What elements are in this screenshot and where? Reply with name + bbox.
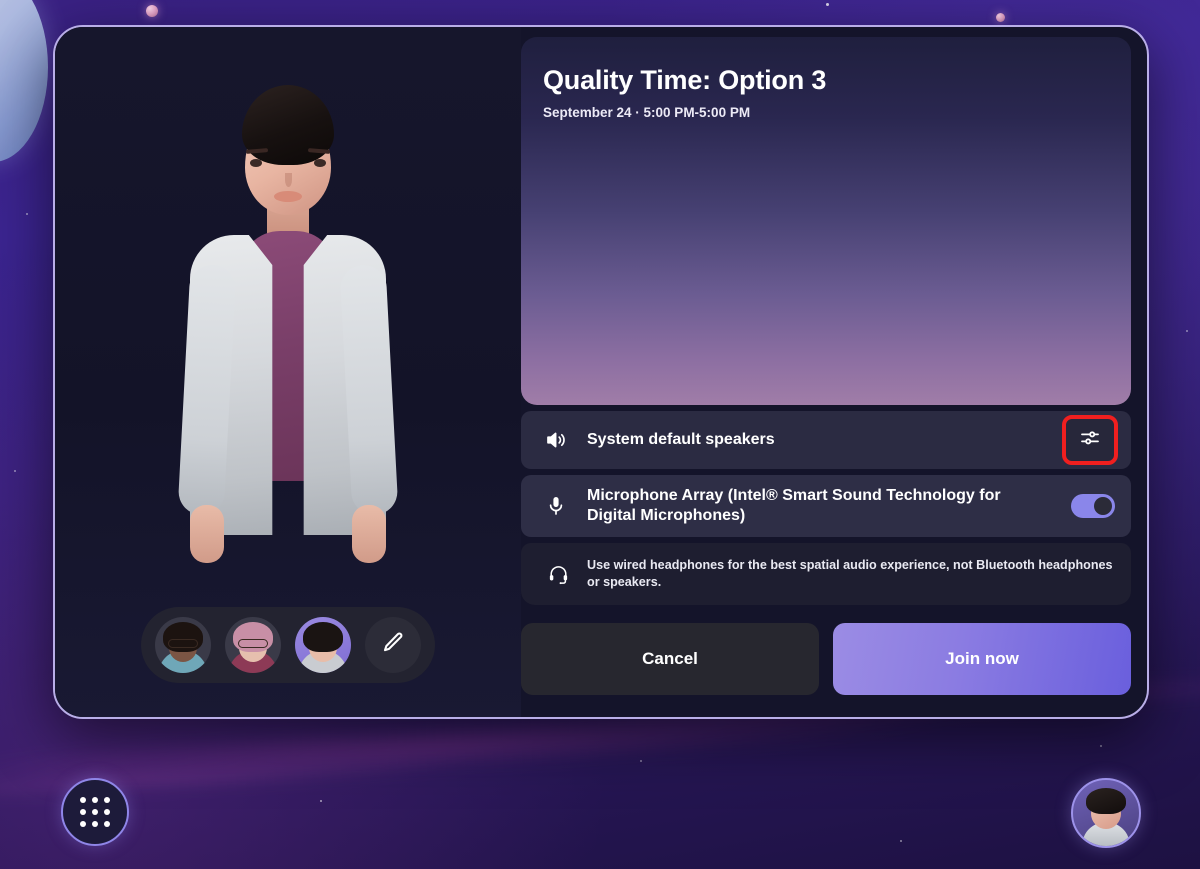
speaker-label: System default speakers xyxy=(587,430,775,448)
microphone-label: Microphone Array (Intel® Smart Sound Tec… xyxy=(587,486,1001,524)
avatar-stage xyxy=(55,27,521,717)
avatar-eye-left xyxy=(250,159,262,167)
orb-particle xyxy=(996,13,1005,22)
microphone-row[interactable]: Microphone Array (Intel® Smart Sound Tec… xyxy=(521,475,1131,537)
avatar-thumb-3[interactable] xyxy=(295,617,351,673)
thumb-glasses xyxy=(238,639,268,648)
grid-dot xyxy=(92,821,98,827)
grid-dot xyxy=(104,821,110,827)
planet-decoration xyxy=(0,0,48,162)
meeting-preview-panel: Quality Time: Option 3 September 24 · 5:… xyxy=(521,37,1131,405)
cancel-button[interactable]: Cancel xyxy=(521,623,819,695)
grid-dot xyxy=(80,809,86,815)
speaker-icon xyxy=(543,428,569,452)
grid-dot xyxy=(104,809,110,815)
spatial-audio-hint: Use wired headphones for the best spatia… xyxy=(521,543,1131,605)
star-particle xyxy=(320,800,322,802)
thumb-hair xyxy=(303,622,343,652)
avatar-thumb-2[interactable] xyxy=(225,617,281,673)
star-particle xyxy=(900,840,902,842)
microphone-toggle[interactable] xyxy=(1071,494,1115,518)
join-now-button[interactable]: Join now xyxy=(833,623,1131,695)
grid-dot xyxy=(104,797,110,803)
prejoin-dialog: Quality Time: Option 3 September 24 · 5:… xyxy=(53,25,1149,719)
star-particle xyxy=(640,760,642,762)
avatar-eye-right xyxy=(314,159,326,167)
avatar-3d-preview[interactable] xyxy=(138,85,438,615)
page-title: Quality Time: Option 3 xyxy=(543,65,827,95)
meeting-detail-pane: Quality Time: Option 3 September 24 · 5:… xyxy=(521,27,1147,717)
speaker-row[interactable]: System default speakers xyxy=(521,411,1131,469)
avatar-edit-button[interactable] xyxy=(365,617,421,673)
grid-dot xyxy=(80,797,86,803)
dialog-actions: Cancel Join now xyxy=(521,623,1131,695)
pencil-icon xyxy=(380,630,406,661)
avatar-nose xyxy=(285,173,292,187)
star-particle xyxy=(826,3,829,6)
avatar-thumb-1[interactable] xyxy=(155,617,211,673)
spatial-audio-hint-text: Use wired headphones for the best spatia… xyxy=(587,558,1113,589)
star-particle xyxy=(1100,745,1102,747)
thumb-glasses xyxy=(168,639,198,648)
screen: Quality Time: Option 3 September 24 · 5:… xyxy=(0,0,1200,869)
star-particle xyxy=(1186,330,1188,332)
profile-avatar[interactable] xyxy=(1071,778,1141,848)
app-grid-icon[interactable] xyxy=(61,778,129,846)
sliders-icon xyxy=(1078,426,1102,455)
profile-hair xyxy=(1086,788,1126,814)
microphone-icon xyxy=(543,494,569,518)
grid-dot xyxy=(92,809,98,815)
star-particle xyxy=(14,470,16,472)
grid-dot xyxy=(80,821,86,827)
avatar-hand-left xyxy=(190,505,224,563)
speaker-settings-button[interactable] xyxy=(1062,415,1118,465)
avatar-mouth xyxy=(274,191,302,202)
star-particle xyxy=(26,213,28,215)
grid-dot xyxy=(92,797,98,803)
avatar-hand-right xyxy=(352,505,386,563)
avatar-picker xyxy=(141,607,435,683)
orb-particle xyxy=(146,5,158,17)
headset-icon xyxy=(545,563,571,586)
meeting-datetime: September 24 · 5:00 PM-5:00 PM xyxy=(543,105,751,120)
